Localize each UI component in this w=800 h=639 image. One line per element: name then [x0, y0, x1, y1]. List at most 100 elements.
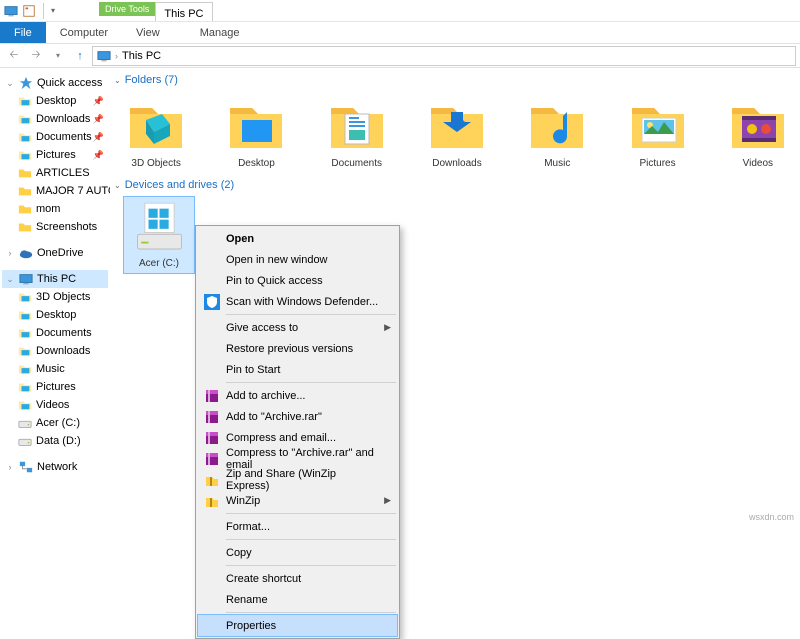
nav-qa-item[interactable]: MAJOR 7 AUTOMAT — [2, 182, 108, 200]
nav-qa-item[interactable]: mom — [2, 200, 108, 218]
folder-icon — [728, 94, 788, 154]
back-button[interactable]: 🡠 — [4, 46, 24, 66]
nav-item-label: Documents — [36, 327, 92, 339]
folder-icon — [126, 94, 186, 154]
this-pc-node[interactable]: ⌄ This PC — [2, 270, 108, 288]
nav-pc-item[interactable]: Desktop — [2, 306, 108, 324]
folder-label: Documents — [325, 158, 389, 169]
menu-item-label: Give access to — [226, 322, 298, 334]
nav-qa-item[interactable]: Pictures📌 — [2, 146, 108, 164]
menu-item[interactable]: Pin to Quick access — [198, 270, 397, 291]
nav-qa-item[interactable]: ARTICLES — [2, 164, 108, 182]
menu-item[interactable]: Open in new window — [198, 249, 397, 270]
menu-item[interactable]: Give access to ▶ — [198, 317, 397, 338]
view-tab[interactable]: View — [122, 27, 174, 39]
menu-item-label: Pin to Start — [226, 364, 280, 376]
menu-separator — [226, 539, 396, 540]
watermark: wsxdn.com — [749, 512, 794, 522]
nav-item-label: Pictures — [36, 381, 76, 393]
menu-item[interactable]: Copy — [198, 542, 397, 563]
folder-icon — [628, 94, 688, 154]
menu-item[interactable]: Restore previous versions — [198, 338, 397, 359]
chevron-down-icon[interactable]: ⌄ — [5, 78, 15, 89]
folder-icon — [527, 94, 587, 154]
folder-pictures[interactable]: Pictures — [625, 94, 689, 169]
qat-dropdown-icon[interactable]: ▾ — [51, 6, 55, 15]
forward-button: 🡢 — [26, 46, 46, 66]
folder-3d[interactable]: 3D Objects — [124, 94, 188, 169]
computer-tab[interactable]: Computer — [46, 27, 122, 39]
menu-item-label: Copy — [226, 547, 252, 559]
onedrive-label: OneDrive — [37, 247, 83, 259]
nav-item-label: Screenshots — [36, 221, 97, 233]
menu-item[interactable]: Zip and Share (WinZip Express) — [198, 469, 397, 490]
breadcrumb-bar[interactable]: › This PC — [92, 46, 796, 66]
menu-item[interactable]: Pin to Start — [198, 359, 397, 380]
drive-tools-tab[interactable]: Drive Tools — [99, 2, 155, 16]
menu-item[interactable]: Properties — [198, 615, 397, 636]
folder-label: Downloads — [425, 158, 489, 169]
recent-dropdown[interactable]: ▾ — [48, 46, 68, 66]
nav-pc-item[interactable]: Pictures — [2, 378, 108, 396]
pin-icon: 📌 — [93, 150, 104, 161]
properties-qat-icon[interactable] — [22, 4, 36, 18]
nav-pc-item[interactable]: 3D Objects — [2, 288, 108, 306]
nav-item-label: mom — [36, 203, 60, 215]
drives-section-header[interactable]: ⌄ Devices and drives (2) — [114, 177, 800, 193]
menu-item[interactable]: Scan with Windows Defender... — [198, 291, 397, 312]
chevron-right-icon[interactable]: › — [115, 51, 118, 61]
nav-item-label: Data (D:) — [36, 435, 81, 447]
nav-item-label: Acer (C:) — [36, 417, 80, 429]
menu-item[interactable]: Format... — [198, 516, 397, 537]
drive-c[interactable]: Acer (C:) — [124, 197, 194, 273]
network-node[interactable]: › Network — [2, 458, 108, 476]
nav-qa-item[interactable]: Downloads📌 — [2, 110, 108, 128]
nav-pc-item[interactable]: Videos — [2, 396, 108, 414]
up-button[interactable]: ↑ — [70, 46, 90, 66]
chevron-down-icon[interactable]: ⌄ — [114, 181, 121, 190]
nav-pc-item[interactable]: Acer (C:) — [2, 414, 108, 432]
menu-item[interactable]: Compress to "Archive.rar" and email — [198, 448, 397, 469]
nav-qa-item[interactable]: Screenshots — [2, 218, 108, 236]
nav-qa-item[interactable]: Desktop📌 — [2, 92, 108, 110]
folder-documents[interactable]: Documents — [325, 94, 389, 169]
breadcrumb-this-pc[interactable]: This PC — [122, 50, 161, 62]
menu-item[interactable]: Add to "Archive.rar" — [198, 406, 397, 427]
chevron-right-icon: ▶ — [384, 322, 391, 333]
nav-pc-item[interactable]: Data (D:) — [2, 432, 108, 450]
menu-item[interactable]: Create shortcut — [198, 568, 397, 589]
menu-item[interactable]: Rename — [198, 589, 397, 610]
nav-pc-item[interactable]: Music — [2, 360, 108, 378]
onedrive-node[interactable]: › OneDrive — [2, 244, 108, 262]
star-icon — [19, 76, 33, 90]
menu-item[interactable]: WinZip▶ — [198, 490, 397, 511]
file-menu[interactable]: File — [0, 22, 46, 43]
folder-desktop[interactable]: Desktop — [224, 94, 288, 169]
folder-label: 3D Objects — [124, 158, 188, 169]
pc-breadcrumb-icon — [97, 49, 111, 63]
menu-item-label: Zip and Share (WinZip Express) — [226, 468, 379, 492]
chevron-down-icon[interactable]: ⌄ — [5, 274, 15, 285]
chevron-down-icon[interactable]: ⌄ — [114, 76, 121, 85]
quick-access-node[interactable]: ⌄ Quick access — [2, 74, 108, 92]
menu-item-label: Scan with Windows Defender... — [226, 296, 378, 308]
menu-item[interactable]: Open — [198, 228, 397, 249]
quick-access-label: Quick access — [37, 77, 102, 89]
nav-qa-item[interactable]: Documents📌 — [2, 128, 108, 146]
menu-item[interactable]: Compress and email... — [198, 427, 397, 448]
nav-item-label: Desktop — [36, 309, 76, 321]
menu-separator — [226, 382, 396, 383]
menu-item-label: Properties — [226, 620, 276, 632]
nav-pc-item[interactable]: Downloads — [2, 342, 108, 360]
drives-section-label: Devices and drives (2) — [125, 179, 234, 191]
folder-music[interactable]: Music — [525, 94, 589, 169]
folders-section-header[interactable]: ⌄ Folders (7) — [114, 72, 800, 88]
folder-videos[interactable]: Videos — [726, 94, 790, 169]
menu-item[interactable]: Add to archive... — [198, 385, 397, 406]
nav-pc-item[interactable]: Documents — [2, 324, 108, 342]
manage-tab[interactable]: Manage — [186, 27, 254, 39]
menu-item-label: Format... — [226, 521, 270, 533]
cloud-icon — [19, 246, 33, 260]
titlebar: ▾ Drive Tools This PC — [0, 0, 800, 22]
folder-downloads[interactable]: Downloads — [425, 94, 489, 169]
